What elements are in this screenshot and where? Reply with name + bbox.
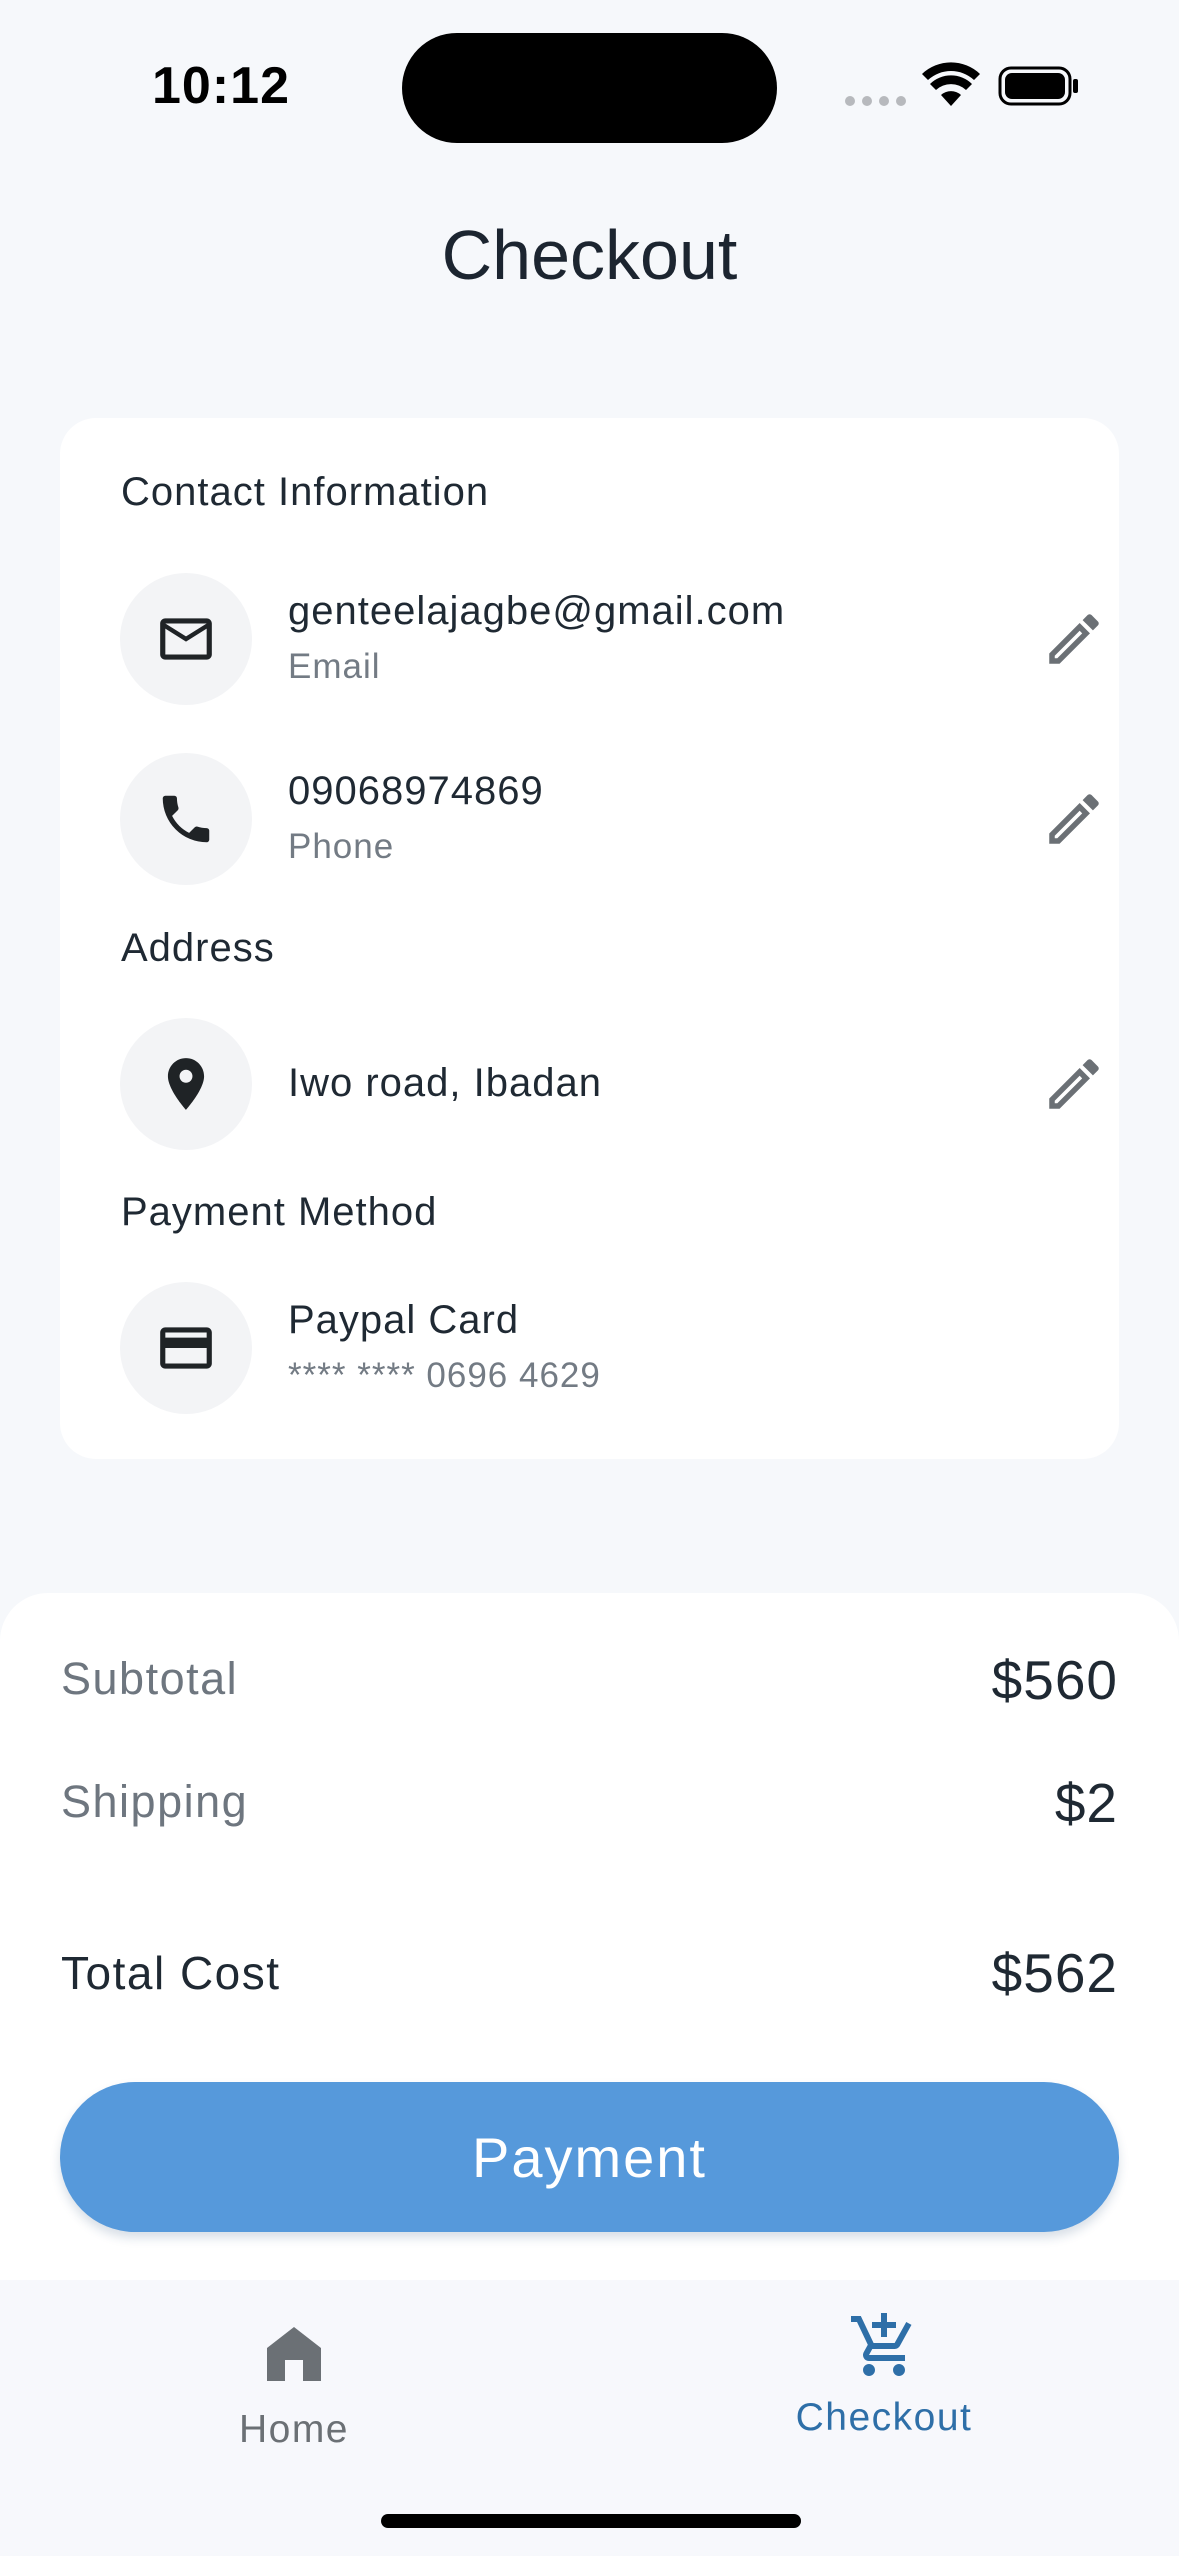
nav-item-home[interactable]: Home <box>94 2318 494 2452</box>
checkout-details-card: Contact Information genteelajagbe@gmail.… <box>60 418 1119 1459</box>
edit-phone-button[interactable] <box>1038 783 1110 855</box>
status-time: 10:12 <box>152 57 290 115</box>
total-cost-label: Total Cost <box>61 1947 281 1999</box>
payment-button[interactable]: Payment <box>60 2082 1119 2232</box>
edit-email-button[interactable] <box>1038 603 1110 675</box>
nav-item-checkout[interactable]: Checkout <box>684 2310 1084 2440</box>
subtotal-value: $560 <box>991 1649 1118 1711</box>
credit-card-icon <box>120 1282 252 1414</box>
phone-label: Phone <box>288 827 395 866</box>
address-heading: Address <box>121 926 275 970</box>
edit-address-button[interactable] <box>1038 1048 1110 1120</box>
wifi-icon <box>922 62 980 106</box>
page-title: Checkout <box>441 216 738 294</box>
payment-card-name: Paypal Card <box>288 1298 520 1342</box>
home-indicator <box>381 2514 801 2528</box>
phone-row: 09068974869 Phone <box>120 753 1099 885</box>
payment-method-heading: Payment Method <box>121 1190 438 1234</box>
payment-method-row[interactable]: Paypal Card **** **** 0696 4629 <box>120 1282 1080 1414</box>
pencil-icon <box>1049 614 1099 664</box>
pencil-icon <box>1049 794 1099 844</box>
total-cost-value: $562 <box>991 1942 1118 2004</box>
email-value: genteelajagbe@gmail.com <box>288 589 786 633</box>
cellular-signal-icon <box>845 96 906 106</box>
nav-label-home: Home <box>238 2408 350 2451</box>
home-icon <box>267 2327 321 2381</box>
email-label: Email <box>288 647 381 686</box>
mail-icon <box>120 573 252 705</box>
shipping-value: $2 <box>1054 1772 1118 1834</box>
battery-icon <box>998 66 1078 106</box>
payment-card-number: **** **** 0696 4629 <box>288 1356 601 1395</box>
address-value: Iwo road, Ibadan <box>288 1061 602 1105</box>
email-row: genteelajagbe@gmail.com Email <box>120 573 1099 705</box>
subtotal-label: Subtotal <box>61 1653 239 1704</box>
pencil-icon <box>1049 1059 1099 1109</box>
phone-value: 09068974869 <box>288 769 544 813</box>
phone-icon <box>120 753 252 885</box>
cart-add-icon <box>851 2313 912 2376</box>
dynamic-island <box>402 33 777 143</box>
shipping-label: Shipping <box>61 1776 249 1827</box>
location-pin-icon <box>120 1018 252 1150</box>
address-row: Iwo road, Ibadan <box>120 1018 1099 1150</box>
nav-label-checkout: Checkout <box>795 2396 973 2439</box>
contact-information-heading: Contact Information <box>121 470 490 514</box>
